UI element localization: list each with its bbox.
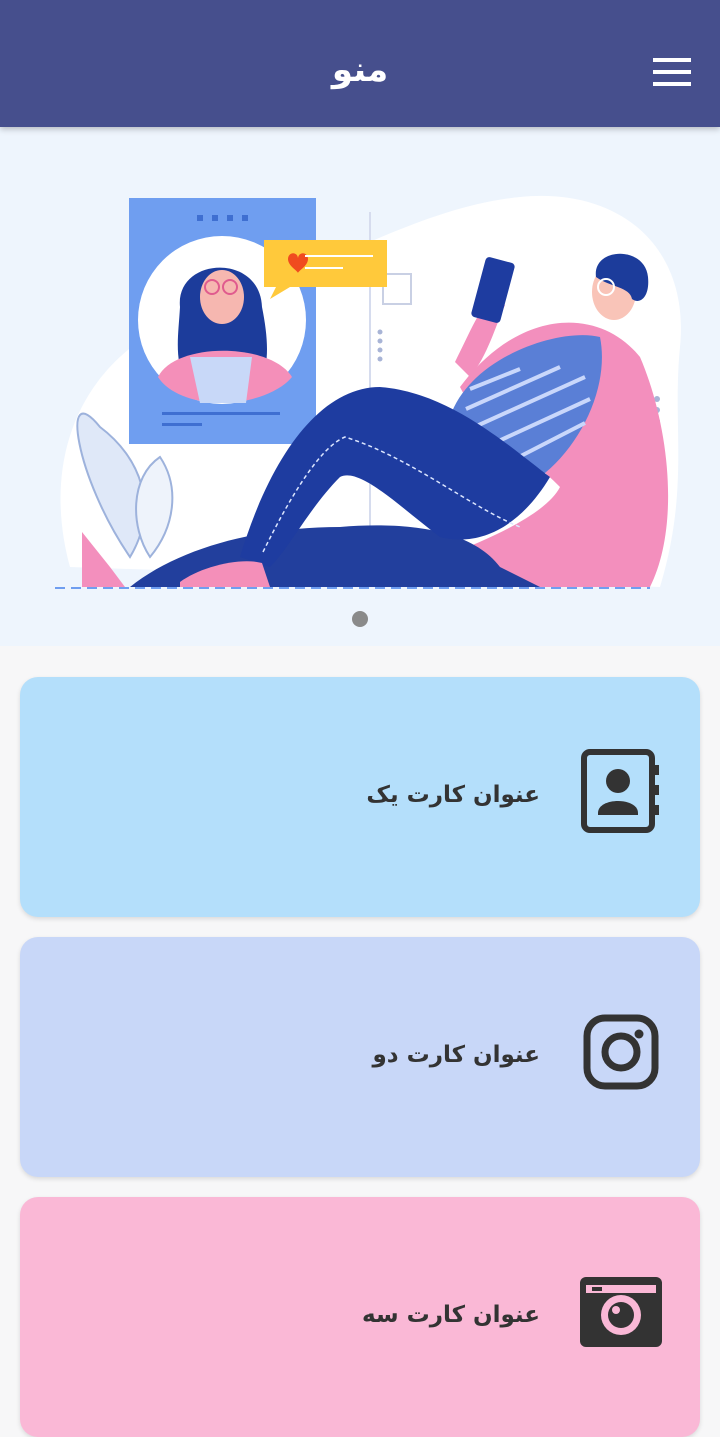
card-two[interactable]: عنوان کارت دو [20, 937, 700, 1177]
card-title: عنوان کارت سه [362, 1302, 540, 1328]
camera-icon [580, 1277, 662, 1347]
menu-button[interactable] [640, 50, 704, 94]
hamburger-menu-icon [653, 58, 691, 86]
card-three[interactable]: عنوان کارت سه [20, 1197, 700, 1437]
carousel-dot-active[interactable] [352, 611, 368, 627]
carousel-indicator [0, 610, 720, 628]
instagram-icon [583, 1014, 659, 1090]
card-one[interactable]: عنوان کارت یک [20, 677, 700, 917]
image-carousel[interactable] [0, 127, 720, 646]
hero-illustration [55, 195, 681, 589]
card-title: عنوان کارت دو [372, 1042, 540, 1068]
card-title: عنوان کارت یک [366, 782, 540, 808]
page-title: منو [331, 50, 389, 90]
app-bar: منو [0, 0, 720, 127]
contact-book-icon [581, 749, 659, 833]
